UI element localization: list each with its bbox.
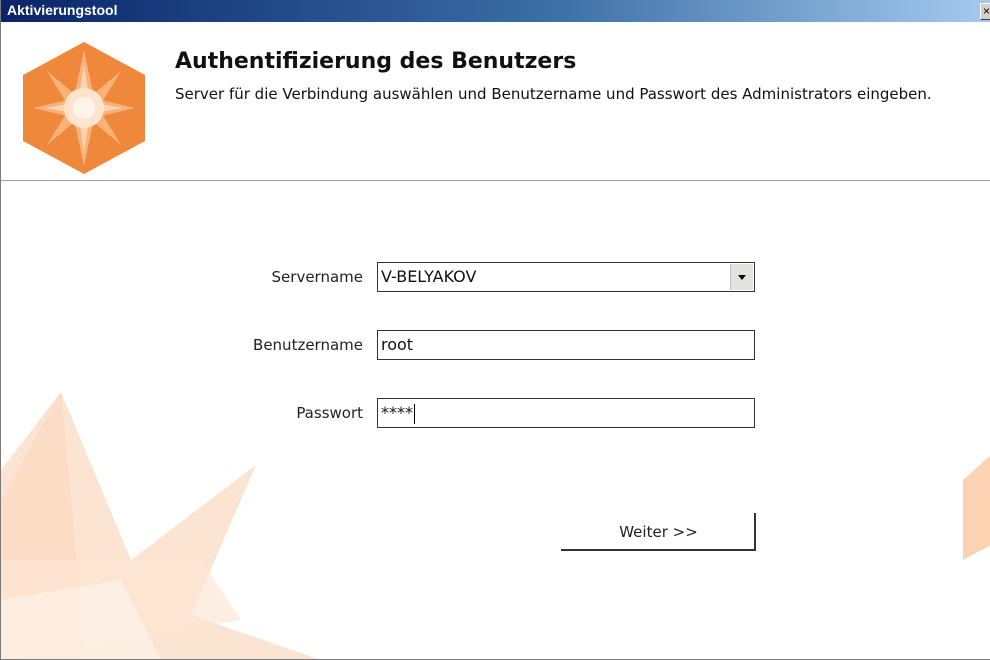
header-panel: Authentifizierung des Benutzers Server f… xyxy=(1,22,990,180)
servername-value: V-BELYAKOV xyxy=(381,267,477,286)
activation-tool-window: Aktivierungstool × Authentifizierung des… xyxy=(0,0,990,660)
window-title: Aktivierungstool xyxy=(7,2,118,18)
text-cursor xyxy=(414,403,415,424)
close-icon[interactable]: × xyxy=(980,3,990,20)
header-divider xyxy=(1,180,990,182)
benutzername-value: root xyxy=(381,335,414,354)
dropdown-arrow-icon[interactable] xyxy=(730,264,753,290)
servername-dropdown[interactable]: V-BELYAKOV xyxy=(377,262,755,292)
title-bar[interactable]: Aktivierungstool × xyxy=(1,0,990,22)
servername-label: Servername xyxy=(271,268,363,286)
page-title: Authentifizierung des Benutzers xyxy=(175,49,577,74)
benutzername-label: Benutzername xyxy=(253,336,363,354)
passwort-value: **** xyxy=(381,403,413,422)
chevron-down-icon xyxy=(738,275,746,280)
page-subtitle: Server für die Verbindung auswählen und … xyxy=(175,85,932,103)
passwort-label: Passwort xyxy=(296,404,363,422)
passwort-input[interactable]: **** xyxy=(377,398,755,428)
orange-star-hexagon-icon xyxy=(23,42,145,174)
weiter-button[interactable]: Weiter >> xyxy=(561,513,756,551)
benutzername-input[interactable]: root xyxy=(377,330,755,360)
